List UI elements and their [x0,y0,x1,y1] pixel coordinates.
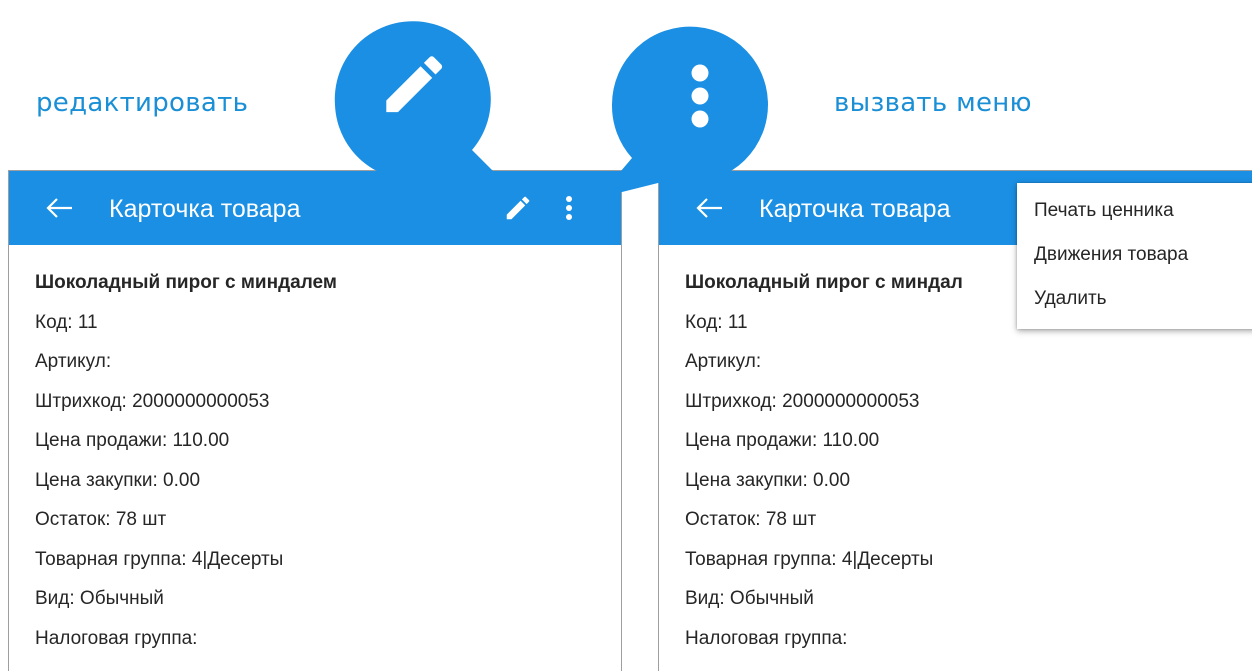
product-kind: Вид: Обычный [685,588,814,609]
menu-callout-label: вызвать меню [834,88,1032,118]
pencil-icon[interactable] [503,193,533,223]
product-article: Артикул: [685,351,762,372]
page-title: Карточка товара [109,195,301,223]
product-group: Товарная группа: 4|Десерты [35,548,284,570]
product-purchase-price: Цена закупки: 0.00 [685,469,851,491]
product-group: Товарная группа: 4|Десерты [685,548,934,570]
product-name: Шоколадный пирог с миндалем [35,272,337,293]
product-tax-group: Налоговая группа: [685,627,848,649]
product-purchase-price: Цена закупки: 0.00 [35,469,201,491]
menu-item-product-movements[interactable]: Движения товара [1017,233,1252,277]
product-tax-group: Налоговая группа: [35,627,198,649]
menu-item-print-price-tag[interactable]: Печать ценника [1017,189,1252,233]
more-vert-icon[interactable] [559,193,579,223]
overflow-menu: Печать ценника Движения товара Удалить [1017,183,1252,329]
more-vert-icon [691,64,709,128]
product-details: Шоколадный пирог с миндалем Код: 11 Арти… [35,269,621,664]
arrow-back-icon[interactable] [45,196,73,220]
product-stock: Остаток: 78 шт [685,509,817,530]
product-article: Артикул: [35,351,112,372]
edit-callout-label: редактировать [36,88,249,118]
product-barcode: Штрихкод: 2000000000053 [35,390,270,412]
product-sale-price: Цена продажи: 110.00 [35,430,230,451]
product-barcode: Штрихкод: 2000000000053 [685,390,920,412]
product-card-screen-left: Карточка товара Шоколадный пирог с минда… [8,170,622,671]
page-title: Карточка товара [759,195,951,223]
product-stock: Остаток: 78 шт [35,509,167,530]
arrow-back-icon[interactable] [695,196,723,220]
product-code: Код: 11 [35,311,98,333]
product-kind: Вид: Обычный [35,588,164,609]
product-sale-price: Цена продажи: 110.00 [685,430,880,451]
app-bar: Карточка товара [9,171,621,245]
pencil-icon [386,56,443,113]
menu-item-delete[interactable]: Удалить [1017,277,1252,321]
